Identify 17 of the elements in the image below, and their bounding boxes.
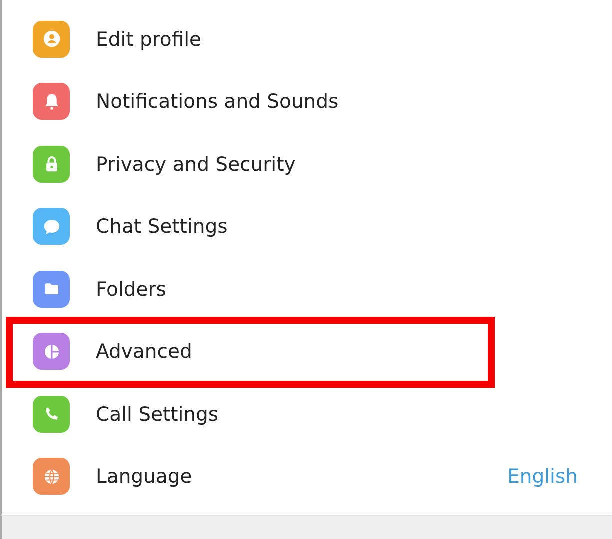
menu-label: Call Settings xyxy=(96,402,219,426)
menu-item[interactable]: Notifications and Sounds xyxy=(2,70,612,133)
menu-item[interactable]: Chat Settings xyxy=(2,196,612,258)
menu-label: Edit profile xyxy=(96,28,202,51)
menu-label: Language xyxy=(96,465,192,488)
menu-label: Privacy and Security xyxy=(96,152,296,176)
menu-item[interactable]: Advanced xyxy=(2,320,612,383)
current-value: English xyxy=(508,465,578,488)
menu-label: Folders xyxy=(96,278,166,301)
menu-item[interactable]: Call Settings xyxy=(2,383,612,446)
menu-label: Notifications and Sounds xyxy=(96,90,339,114)
menu-item[interactable]: Privacy and Security xyxy=(2,133,612,196)
menu-label: Advanced xyxy=(96,340,192,364)
menu-item[interactable]: Language English xyxy=(2,446,612,508)
menu-item[interactable]: Folders xyxy=(2,258,612,320)
menu-item[interactable]: Edit profile xyxy=(2,8,612,70)
menu-label: Chat Settings xyxy=(96,215,228,238)
